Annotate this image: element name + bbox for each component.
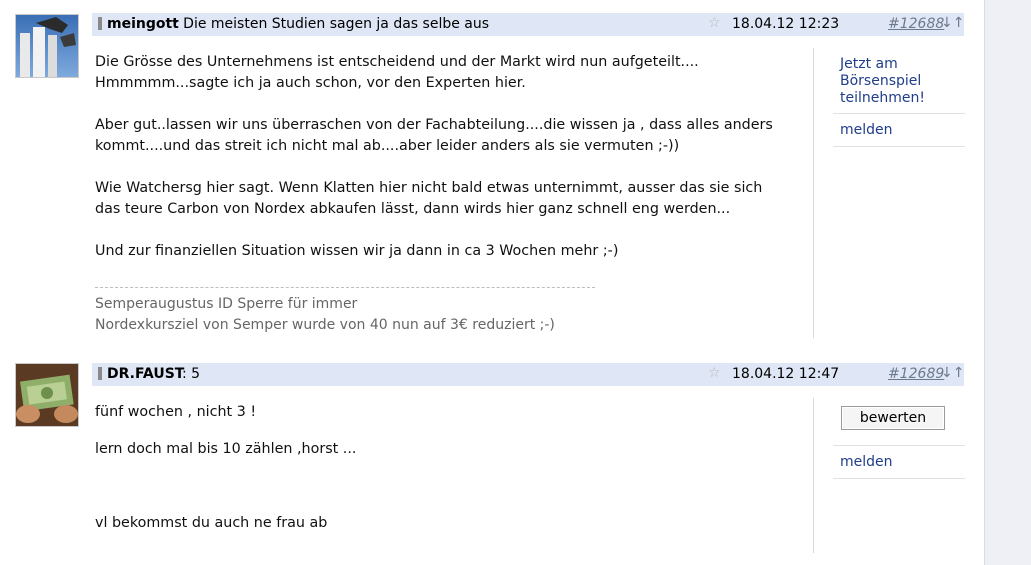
post-number-link[interactable]: #12688 [888, 16, 944, 32]
navigate-arrows-icon[interactable]: ↓↑ [941, 15, 964, 31]
avatar[interactable] [15, 14, 79, 78]
post-text-line: das teure Carbon von Nordex abkaufen läs… [95, 201, 731, 217]
sidebar-divider [813, 398, 814, 553]
post-text-line: Wie Watchersg hier sagt. Wenn Klatten hi… [95, 180, 763, 196]
boersenspiel-link[interactable]: Jetzt am Börsenspiel teilnehmen! [833, 56, 965, 107]
promo-link-line: Börsenspiel [840, 73, 922, 89]
post-date: 18.04.12 12:47 [732, 366, 840, 382]
post-header: DR.FAUST : 5 ☆ 18.04.12 12:47 #12689 ↓↑ [92, 363, 964, 386]
post-author[interactable]: DR.FAUST [107, 366, 184, 382]
post-sidebar: Jetzt am Börsenspiel teilnehmen! melden [833, 56, 965, 147]
status-bar [98, 367, 102, 380]
post-author[interactable]: meingott [107, 16, 179, 32]
right-gutter [984, 0, 1031, 565]
post-body: Die Grösse des Unternehmens ist entschei… [95, 52, 810, 262]
post-text-line: Aber gut..lassen wir uns überraschen von… [95, 117, 773, 133]
promo-link-line: teilnehmen! [840, 90, 925, 106]
post-text-line: Hmmmmm...sagte ich ja auch schon, vor de… [95, 75, 526, 91]
star-icon[interactable]: ☆ [708, 15, 721, 31]
post-subject: : Die meisten Studien sagen ja das selbe… [174, 16, 490, 32]
signature-divider [95, 287, 595, 288]
report-link[interactable]: melden [833, 122, 965, 139]
post-text-line: fünf wochen , nicht 3 ! [95, 404, 257, 420]
post-text-line: lern doch mal bis 10 zählen ,horst ... [95, 441, 357, 457]
sidebar-separator [833, 113, 965, 114]
sidebar-separator [833, 146, 965, 147]
post-number-link[interactable]: #12689 [888, 366, 944, 382]
post-text-line: kommt....und das streit ich nicht mal ab… [95, 138, 680, 154]
post-body: fünf wochen , nicht 3 ! lern doch mal bi… [95, 402, 810, 534]
status-bar [98, 17, 102, 30]
sidebar-separator [833, 478, 965, 479]
promo-link-line: Jetzt am [840, 56, 898, 72]
post-text-line: Und zur finanziellen Situation wissen wi… [95, 243, 619, 259]
report-link[interactable]: melden [840, 454, 893, 471]
post-subject: : 5 [182, 366, 201, 382]
signature-line: Semperaugustus ID Sperre für immer [95, 296, 358, 312]
post-text-line: vl bekommst du auch ne frau ab [95, 515, 328, 531]
post-date: 18.04.12 12:23 [732, 16, 840, 32]
avatar[interactable] [15, 363, 79, 427]
post-text-line: Die Grösse des Unternehmens ist entschei… [95, 54, 699, 70]
signature: Semperaugustus ID Sperre für immer Norde… [95, 294, 555, 336]
rate-button[interactable]: bewerten [841, 406, 945, 430]
star-icon[interactable]: ☆ [708, 365, 721, 381]
post-header: meingott : Die meisten Studien sagen ja … [92, 13, 964, 36]
navigate-arrows-icon[interactable]: ↓↑ [941, 365, 964, 381]
signature-line: Nordexkursziel von Semper wurde von 40 n… [95, 317, 555, 333]
sidebar-separator [833, 445, 965, 446]
sidebar-divider [813, 48, 814, 338]
